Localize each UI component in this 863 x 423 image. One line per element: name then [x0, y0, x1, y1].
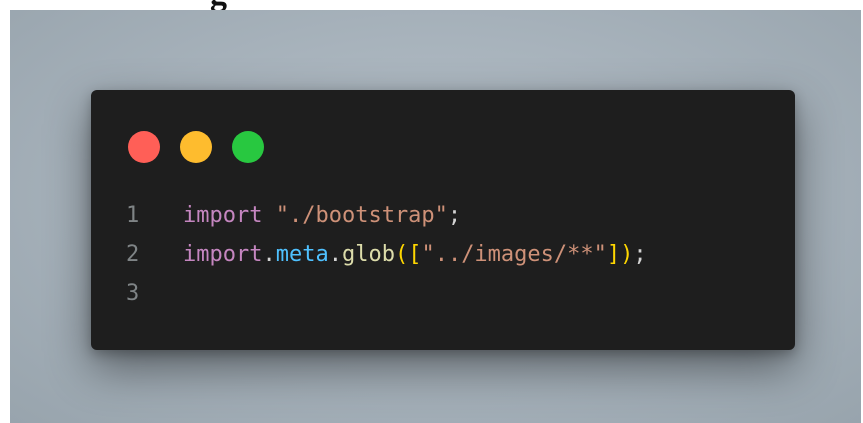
code-token: ]) [606, 242, 634, 267]
code-token: glob [341, 242, 395, 267]
code-token: "../images/**" [421, 242, 607, 267]
code-token: . [328, 242, 342, 267]
code-token: ; [633, 242, 647, 267]
code-line: 1 import "./bootstrap"; [126, 196, 647, 235]
maximize-dot-icon [232, 131, 264, 163]
code-token: . [262, 242, 276, 267]
close-dot-icon [128, 131, 160, 163]
code-token: import [183, 203, 263, 228]
line-number: 2 [126, 242, 140, 267]
minimize-dot-icon [180, 131, 212, 163]
window-controls [128, 131, 264, 163]
code-block: 1 import "./bootstrap"; 2 import.meta.glob(… [126, 196, 647, 313]
code-token: ; [447, 203, 462, 228]
page: g 1import "./bootstrap";2import.meta.glo… [0, 0, 863, 423]
code-token: ([ [394, 242, 422, 267]
code-token: meta [275, 242, 329, 267]
code-line: 2 import.meta.glob(["../images/**"]); [126, 235, 647, 274]
code-token: "./bootstrap" [275, 203, 448, 228]
line-number: 1 [126, 203, 140, 228]
code-line-content: import "./bootstrap"; [183, 196, 461, 235]
line-number: 3 [126, 281, 140, 306]
code-window: 1 import "./bootstrap"; 2 import.meta.glob(… [91, 90, 795, 350]
code-line: 3 [126, 274, 647, 313]
code-line-content: import.meta.glob(["../images/**"]); [183, 235, 647, 274]
code-token: import [183, 242, 263, 267]
